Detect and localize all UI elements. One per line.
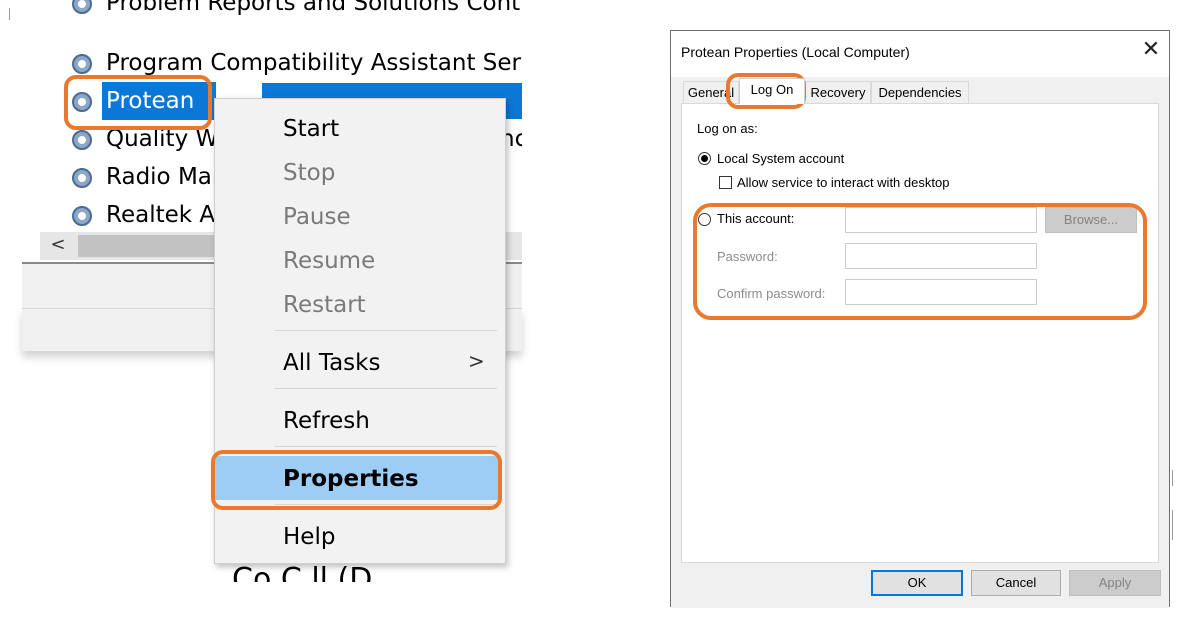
allow-interact-label[interactable]: Allow service to interact with desktop [737,175,949,190]
menu-item-refresh[interactable]: Refresh [283,408,370,434]
chevron-right-icon: > [468,349,485,373]
ok-button[interactable]: OK [871,570,963,596]
menu-separator [275,388,497,389]
annotation-highlight-properties [211,450,502,510]
service-label: Realtek Au [106,202,230,228]
radio-selected-dot [701,155,708,162]
cancel-button[interactable]: Cancel [971,570,1061,596]
service-row-problem-reports[interactable]: Problem Reports and Solutions Control [70,0,522,22]
tab-log-on[interactable]: Log On [739,78,805,104]
annotation-highlight-protean [64,75,212,130]
annotation-highlight-this-account [693,203,1147,320]
menu-item-help[interactable]: Help [283,524,335,550]
gear-service-icon [72,206,92,226]
window-edge-mark [1172,510,1173,540]
menu-item-start[interactable]: Start [283,116,339,142]
gear-service-icon [72,168,92,188]
window-edge-mark [1172,470,1173,486]
close-icon[interactable]: ✕ [1137,37,1165,65]
menu-item-all-tasks[interactable]: All Tasks [283,350,380,376]
window-edge-mark [9,8,10,20]
tab-dependencies[interactable]: Dependencies [871,81,969,103]
menu-item-resume[interactable]: Resume [283,248,375,274]
log-on-as-label: Log on as: [697,121,758,136]
allow-interact-checkbox[interactable] [719,176,732,189]
menu-separator [275,446,497,447]
service-label: Problem Reports and Solutions Control [106,0,522,16]
service-label: Radio Man [106,164,227,190]
local-system-label[interactable]: Local System account [717,151,844,166]
menu-item-stop[interactable]: Stop [283,160,335,186]
menu-item-pause[interactable]: Pause [283,204,351,230]
local-system-radio[interactable] [698,152,711,165]
log-on-tab-page [681,103,1159,563]
gear-service-icon [72,0,92,14]
apply-button[interactable]: Apply [1069,570,1161,596]
gear-service-icon [72,54,92,74]
menu-separator [275,330,497,331]
chevron-left-icon[interactable]: < [40,232,76,260]
tab-recovery[interactable]: Recovery [805,81,871,103]
gear-service-icon [72,130,92,150]
menu-item-restart[interactable]: Restart [283,292,366,318]
dialog-title: Protean Properties (Local Computer) [681,44,910,60]
